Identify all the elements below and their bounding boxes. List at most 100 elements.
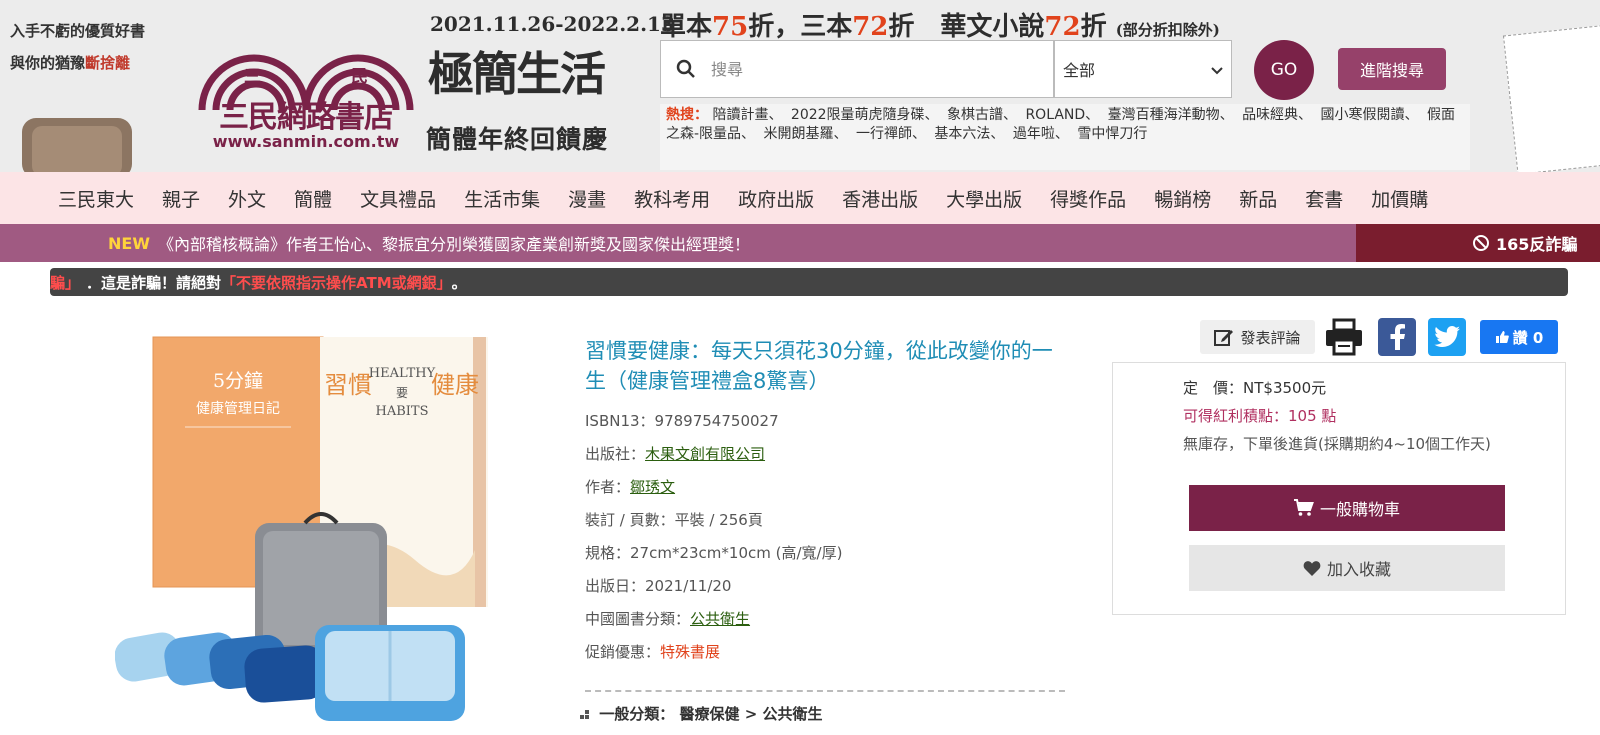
hot-search-link[interactable]: 米開朗基羅、 [764, 126, 848, 142]
nav-item[interactable]: 三民東大 [58, 185, 134, 212]
logo-url: www.sanmin.com.tw [212, 132, 400, 151]
side-banner-ticket[interactable] [1502, 25, 1600, 172]
anti-fraud-button[interactable]: 165反詐騙 [1356, 224, 1600, 262]
right-book-en-2: HABITS [376, 404, 429, 419]
logo-sub: 三民 [244, 67, 368, 87]
left-book-title-bottom: 健康管理日記 [196, 400, 280, 417]
twitter-icon [1434, 326, 1460, 347]
site-header: 入手不虧的優質好書 與你的猶豫斷捨離 三民 三民網路書店 www.sanmin.… [0, 0, 1600, 172]
list-price: 定 價：NT$3500元 [1183, 379, 1327, 397]
info-divider [585, 690, 1065, 692]
right-book-en-mid: 要 [396, 386, 408, 400]
share-toolbar: 發表評論 讚 0 [1200, 318, 1560, 356]
bonus-points: 可得紅利積點：105 點 [1183, 407, 1337, 425]
promo-title: 極簡生活 [428, 47, 606, 101]
add-to-favorites-button[interactable]: 加入收藏 [1189, 545, 1505, 591]
left-book-title-top: 5分鐘 [213, 370, 263, 392]
right-book-en-1: HEALTHY [369, 366, 436, 381]
publisher-link[interactable]: 木果文創有限公司 [645, 445, 765, 463]
author-row: 作者：鄒琇文 [585, 478, 676, 496]
cn-class-link[interactable]: 公共衛生 [690, 610, 750, 628]
news-headline[interactable]: 《內部稽核概論》作者王怡心、黎振宜分別榮獲國家產業創新獎及國家傑出經理獎！ [158, 231, 750, 255]
site-logo[interactable]: 三民 三民網路書店 www.sanmin.com.tw [192, 12, 420, 151]
isbn-row: ISBN13：9789754750027 [585, 412, 779, 430]
facebook-like-button[interactable]: 讚 0 [1480, 320, 1558, 354]
hot-search-link[interactable]: 2022限量萌虎隨身碟、 [791, 107, 939, 123]
publisher-row: 出版社：木果文創有限公司 [585, 445, 766, 463]
hot-search-link[interactable]: 臺灣百種海洋動物、 [1108, 107, 1234, 123]
nav-item[interactable]: 大學出版 [946, 185, 1022, 212]
size-row: 規格：27cm*23cm*10cm (高/寬/厚) [585, 544, 843, 562]
category-path-link[interactable]: 醫療保健 > 公共衛生 [679, 705, 822, 723]
promo-subtitle: 簡體年終回饋慶 [426, 125, 609, 154]
pubdate-row: 出版日：2021/11/20 [585, 577, 732, 595]
nav-item[interactable]: 簡體 [294, 185, 332, 212]
grid-icon [580, 709, 589, 719]
cart-icon [1293, 499, 1314, 516]
nav-item[interactable]: 政府出版 [738, 185, 814, 212]
facebook-share-icon[interactable] [1378, 318, 1416, 356]
hot-search-link[interactable]: 品味經典、 [1242, 107, 1312, 123]
hot-searches: 熱搜： 陪讀計畫、 2022限量萌虎隨身碟、 象棋古譜、 ROLAND、 臺灣百… [660, 104, 1470, 170]
cn-class-row: 中國圖書分類：公共衛生 [585, 610, 751, 628]
hot-search-link[interactable]: 國小寒假閱讀、 [1321, 107, 1419, 123]
search-icon [661, 59, 711, 79]
nav-item[interactable]: 加價購 [1371, 185, 1428, 212]
header-tagline-2: 與你的猶豫斷捨離 [10, 54, 131, 72]
nav-item[interactable]: 得獎作品 [1050, 185, 1126, 212]
print-icon[interactable] [1324, 318, 1364, 356]
chair-illustration [22, 118, 132, 172]
hot-search-link[interactable]: 過年啦、 [1013, 126, 1069, 142]
thumbs-up-icon [1495, 331, 1509, 343]
news-bar: NEW 《內部稽核概論》作者王怡心、黎振宜分別榮獲國家產業創新獎及國家傑出經理獎… [0, 224, 1600, 262]
nav-item[interactable]: 生活市集 [464, 185, 540, 212]
chevron-down-icon [1211, 60, 1223, 79]
hot-search-link[interactable]: 一行禪師、 [856, 126, 926, 142]
nav-item[interactable]: 教科考用 [634, 185, 710, 212]
fraud-warning-ticker: 騙」 ．這是詐騙！請絕對 「不要依照指示操作ATM或網銀」 。 [50, 268, 1568, 296]
hot-search-link[interactable]: 基本六法、 [934, 126, 1004, 142]
hot-search-link[interactable]: 雪中悍刀行 [1077, 126, 1147, 142]
search-input[interactable] [711, 59, 1031, 79]
header-tagline-1: 入手不虧的優質好書 [10, 22, 146, 40]
right-book-cn-left: 習慣 [324, 371, 372, 399]
hot-search-link[interactable]: 陪讀計畫、 [712, 107, 782, 123]
twitter-share-icon[interactable] [1428, 318, 1466, 356]
search-field[interactable] [660, 40, 1054, 98]
hot-search-link[interactable]: ROLAND、 [1025, 107, 1099, 123]
promo-row: 促銷優惠：特殊書展 [585, 643, 721, 661]
product-title: 習慣要健康：每天只須花30分鐘，從此改變你的一生（健康管理禮盒8驚喜） [585, 339, 1053, 393]
product-info: 習慣要健康：每天只須花30分鐘，從此改變你的一生（健康管理禮盒8驚喜） ISBN… [585, 336, 1065, 663]
purchase-panel: 定 價：NT$3500元 可得紅利積點：105 點 無庫存，下單後進貨(採購期約… [1112, 362, 1566, 615]
heart-icon [1303, 561, 1321, 576]
nav-item[interactable]: 香港出版 [842, 185, 918, 212]
stock-status: 無庫存，下單後進貨(採購期約4~10個工作天) [1183, 435, 1491, 453]
advanced-search-button[interactable]: 進階搜尋 [1338, 48, 1446, 90]
edit-icon [1214, 330, 1234, 346]
main-nav: 三民東大 親子 外文 簡體 文具禮品 生活市集 漫畫 教科考用 政府出版 香港出… [0, 172, 1600, 224]
nav-item[interactable]: 套書 [1305, 185, 1343, 212]
product-image[interactable]: 5分鐘 健康管理日記 習慣 HEALTHY 要 HABITS 健康 [115, 335, 525, 735]
nav-item[interactable]: 文具禮品 [360, 185, 436, 212]
hot-search-link[interactable]: 象棋古譜、 [947, 107, 1017, 123]
category-row: 一般分類： 醫療保健 > 公共衛生 [580, 703, 823, 724]
promo-date: 2021.11.26-2022.2.13 [430, 12, 675, 36]
add-to-cart-button[interactable]: 一般購物車 [1189, 485, 1505, 531]
right-book-cn-right: 健康 [431, 371, 479, 399]
nav-item[interactable]: 漫畫 [568, 185, 606, 212]
binding-row: 裝訂 / 頁數：平裝 / 256頁 [585, 511, 763, 529]
new-badge: NEW [108, 233, 150, 253]
facebook-icon [1390, 324, 1405, 350]
nav-item[interactable]: 新品 [1239, 185, 1277, 212]
author-link[interactable]: 鄒琇文 [630, 478, 675, 496]
nav-item[interactable]: 外文 [228, 185, 266, 212]
nav-item[interactable]: 親子 [162, 185, 200, 212]
write-review-button[interactable]: 發表評論 [1200, 320, 1315, 354]
promo-link[interactable]: 特殊書展 [660, 643, 720, 661]
logo-name: 三民網路書店 [219, 100, 394, 135]
search-bar: 全部 GO 進階搜尋 [660, 40, 1446, 100]
hot-search-label: 熱搜： [666, 107, 708, 123]
nav-item[interactable]: 暢銷榜 [1154, 185, 1211, 212]
search-category-select[interactable]: 全部 [1054, 40, 1232, 98]
search-go-button[interactable]: GO [1254, 40, 1314, 100]
